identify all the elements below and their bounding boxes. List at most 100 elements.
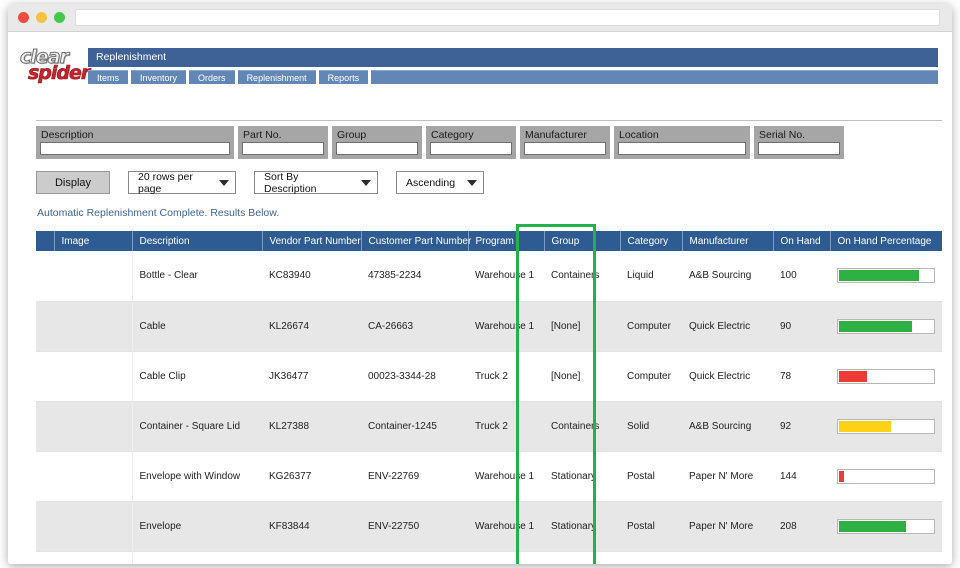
filter-bar: Description Part No. Group Category Manufact… xyxy=(36,126,844,159)
table-row[interactable]: Envelope with Window KG26377 ENV-22769 Ware… xyxy=(36,451,942,502)
row-category: Solid xyxy=(620,401,682,452)
nav-tab-reports[interactable]: Reports xyxy=(318,70,369,84)
logo-line-2: spider xyxy=(28,62,91,84)
column-header-sel[interactable] xyxy=(36,231,55,251)
table-row[interactable]: Container - Square Lid KL27388 Container-1… xyxy=(36,401,942,452)
table-body: Bottle - Clear KC83940 47385-2234 Warehouse… xyxy=(36,251,942,564)
column-header-program[interactable]: Program xyxy=(468,231,545,251)
row-on-hand: 92 xyxy=(773,401,830,452)
filter-divider xyxy=(36,120,942,121)
filter-input[interactable] xyxy=(430,142,512,155)
row-category: Postal xyxy=(620,451,682,502)
table-head: Image Description Vendor Part Number Custom… xyxy=(36,231,942,251)
row-on-hand: 144 xyxy=(773,451,830,502)
row-image-cell xyxy=(54,501,133,552)
row-image-cell xyxy=(54,301,133,352)
row-select-cell[interactable] xyxy=(36,451,54,502)
row-on-hand: 208 xyxy=(773,501,830,552)
table-row[interactable]: Cable Clip JK36477 00023-3344-28 Truck 2 [No… xyxy=(36,351,942,402)
on-hand-progress-bar xyxy=(837,368,935,384)
sort-direction-value: Ascending xyxy=(406,176,456,189)
filter-category: Category xyxy=(426,126,516,159)
filter-input[interactable] xyxy=(758,142,840,155)
on-hand-progress-bar xyxy=(837,468,935,484)
on-hand-progress-bar xyxy=(837,268,935,284)
address-bar[interactable] xyxy=(75,9,940,26)
filter-label: Part No. xyxy=(243,129,282,141)
column-header-customer[interactable]: Customer Part Number xyxy=(361,231,471,251)
filter-input[interactable] xyxy=(242,142,324,155)
row-select-cell[interactable] xyxy=(36,551,54,564)
row-program: Warehouse 1 xyxy=(468,501,544,552)
column-header-onhand[interactable]: On Hand xyxy=(773,231,831,251)
page-content: clear spider Replenishment Items Invento… xyxy=(8,32,952,564)
on-hand-progress-fill xyxy=(839,520,906,532)
sort-direction-select[interactable]: Ascending xyxy=(396,171,484,194)
filter-input[interactable] xyxy=(618,142,746,155)
window-titlebar xyxy=(8,4,952,32)
filter-group: Group xyxy=(332,126,422,159)
chevron-down-icon xyxy=(467,179,477,186)
filter-label: Group xyxy=(337,129,367,141)
row-select-cell[interactable] xyxy=(36,351,54,402)
row-customer-part-number: 456-927-348 xyxy=(361,551,468,564)
row-on-hand: 38 xyxy=(773,551,830,564)
display-button[interactable]: Display xyxy=(36,171,110,194)
column-header-mfr[interactable]: Manufacturer xyxy=(682,231,774,251)
row-description: Cable xyxy=(132,301,262,352)
row-manufacturer: Quick Electric xyxy=(682,351,773,402)
table-row[interactable]: FunnelKL48593456-927-348Warehouse 1[None… xyxy=(36,551,942,564)
row-select-cell[interactable] xyxy=(36,301,54,352)
nav-tab-items[interactable]: Items xyxy=(88,70,129,84)
table-row[interactable]: Envelope KF83844 ENV-22750 Warehouse 1 Stati… xyxy=(36,501,942,552)
row-manufacturer: Paper N' More xyxy=(682,451,773,502)
row-description: Funnel xyxy=(132,551,262,564)
row-select-cell[interactable] xyxy=(36,501,54,552)
column-header-group[interactable]: Group xyxy=(544,231,621,251)
row-image-cell xyxy=(54,401,133,452)
row-on-hand-percentage xyxy=(830,301,942,352)
table-row[interactable]: Bottle - Clear KC83940 47385-2234 Warehouse… xyxy=(36,251,942,302)
row-customer-part-number: ENV-22750 xyxy=(361,501,468,552)
row-on-hand: 100 xyxy=(773,251,830,302)
minimize-window-icon[interactable] xyxy=(36,12,47,23)
row-group: Stationary xyxy=(544,501,620,552)
row-on-hand-percentage xyxy=(830,351,942,402)
filter-label: Serial No. xyxy=(759,129,806,141)
column-header-category[interactable]: Category xyxy=(620,231,683,251)
row-vendor-part-number: KC83940 xyxy=(262,251,361,302)
filter-input[interactable] xyxy=(524,142,606,155)
on-hand-progress-fill xyxy=(839,320,913,332)
column-header-percentage[interactable]: On Hand Percentage xyxy=(830,231,942,251)
row-manufacturer: Paper N' More xyxy=(682,501,773,552)
row-select-cell[interactable] xyxy=(36,251,54,302)
filter-label: Category xyxy=(431,129,474,141)
row-description: Envelope with Window xyxy=(132,451,262,502)
filter-input[interactable] xyxy=(336,142,418,155)
table-row[interactable]: Cable KL26674 CA-26663 Warehouse 1 [None] Com… xyxy=(36,301,942,352)
on-hand-progress-fill xyxy=(839,470,844,482)
sort-by-select[interactable]: Sort By Description xyxy=(254,171,378,195)
column-header-vendor[interactable]: Vendor Part Number xyxy=(262,231,362,251)
column-header-image[interactable]: Image xyxy=(54,231,133,251)
row-program: Warehouse 1 xyxy=(468,451,544,502)
row-customer-part-number: CA-26663 xyxy=(361,301,468,352)
filter-label: Manufacturer xyxy=(525,129,587,141)
on-hand-progress-fill xyxy=(839,370,868,382)
nav-tab-replenishment[interactable]: Replenishment xyxy=(237,70,316,84)
row-group: [None] xyxy=(544,301,620,352)
nav-tab-inventory[interactable]: Inventory xyxy=(131,70,187,84)
row-group: Stationary xyxy=(544,451,620,502)
close-window-icon[interactable] xyxy=(18,12,29,23)
row-on-hand-percentage xyxy=(830,251,942,302)
nav-tab-orders[interactable]: Orders xyxy=(189,70,235,84)
rows-per-page-select[interactable]: 20 rows per page xyxy=(128,171,236,195)
row-customer-part-number: Container-1245 xyxy=(361,401,468,452)
maximize-window-icon[interactable] xyxy=(54,12,65,23)
row-select-cell[interactable] xyxy=(36,401,54,452)
on-hand-progress-bar xyxy=(837,418,935,434)
filter-description: Description xyxy=(36,126,234,159)
filter-input[interactable] xyxy=(40,142,230,155)
row-on-hand-percentage xyxy=(830,401,942,452)
column-header-desc[interactable]: Description xyxy=(132,231,263,251)
